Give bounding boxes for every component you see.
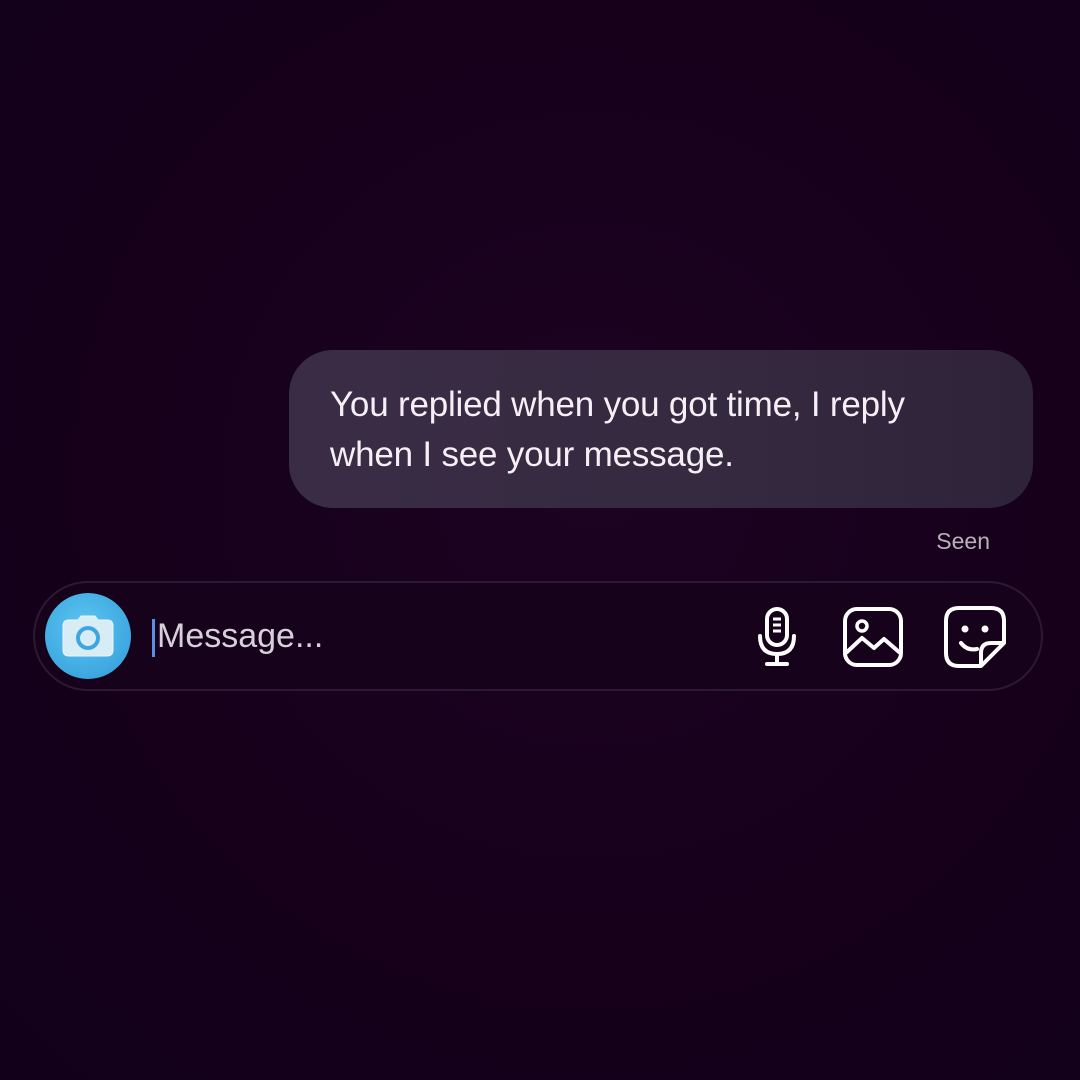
seen-status: Seen	[936, 528, 990, 554]
message-text: You replied when you got time, I reply w…	[330, 385, 905, 474]
image-gallery-icon	[843, 607, 903, 667]
text-caret	[152, 619, 155, 657]
message-input[interactable]	[157, 613, 697, 659]
message-composer	[33, 581, 1043, 691]
camera-icon	[62, 615, 114, 657]
message-input-wrap	[151, 613, 711, 659]
sticker-icon	[944, 606, 1006, 668]
sticker-button[interactable]	[943, 605, 1007, 669]
camera-button[interactable]	[45, 593, 131, 679]
microphone-icon	[758, 607, 796, 666]
voice-message-button[interactable]	[745, 605, 809, 669]
sent-message-bubble[interactable]: You replied when you got time, I reply w…	[289, 350, 1033, 508]
gallery-button[interactable]	[841, 605, 905, 669]
chat-screen: You replied when you got time, I reply w…	[0, 0, 1080, 1080]
